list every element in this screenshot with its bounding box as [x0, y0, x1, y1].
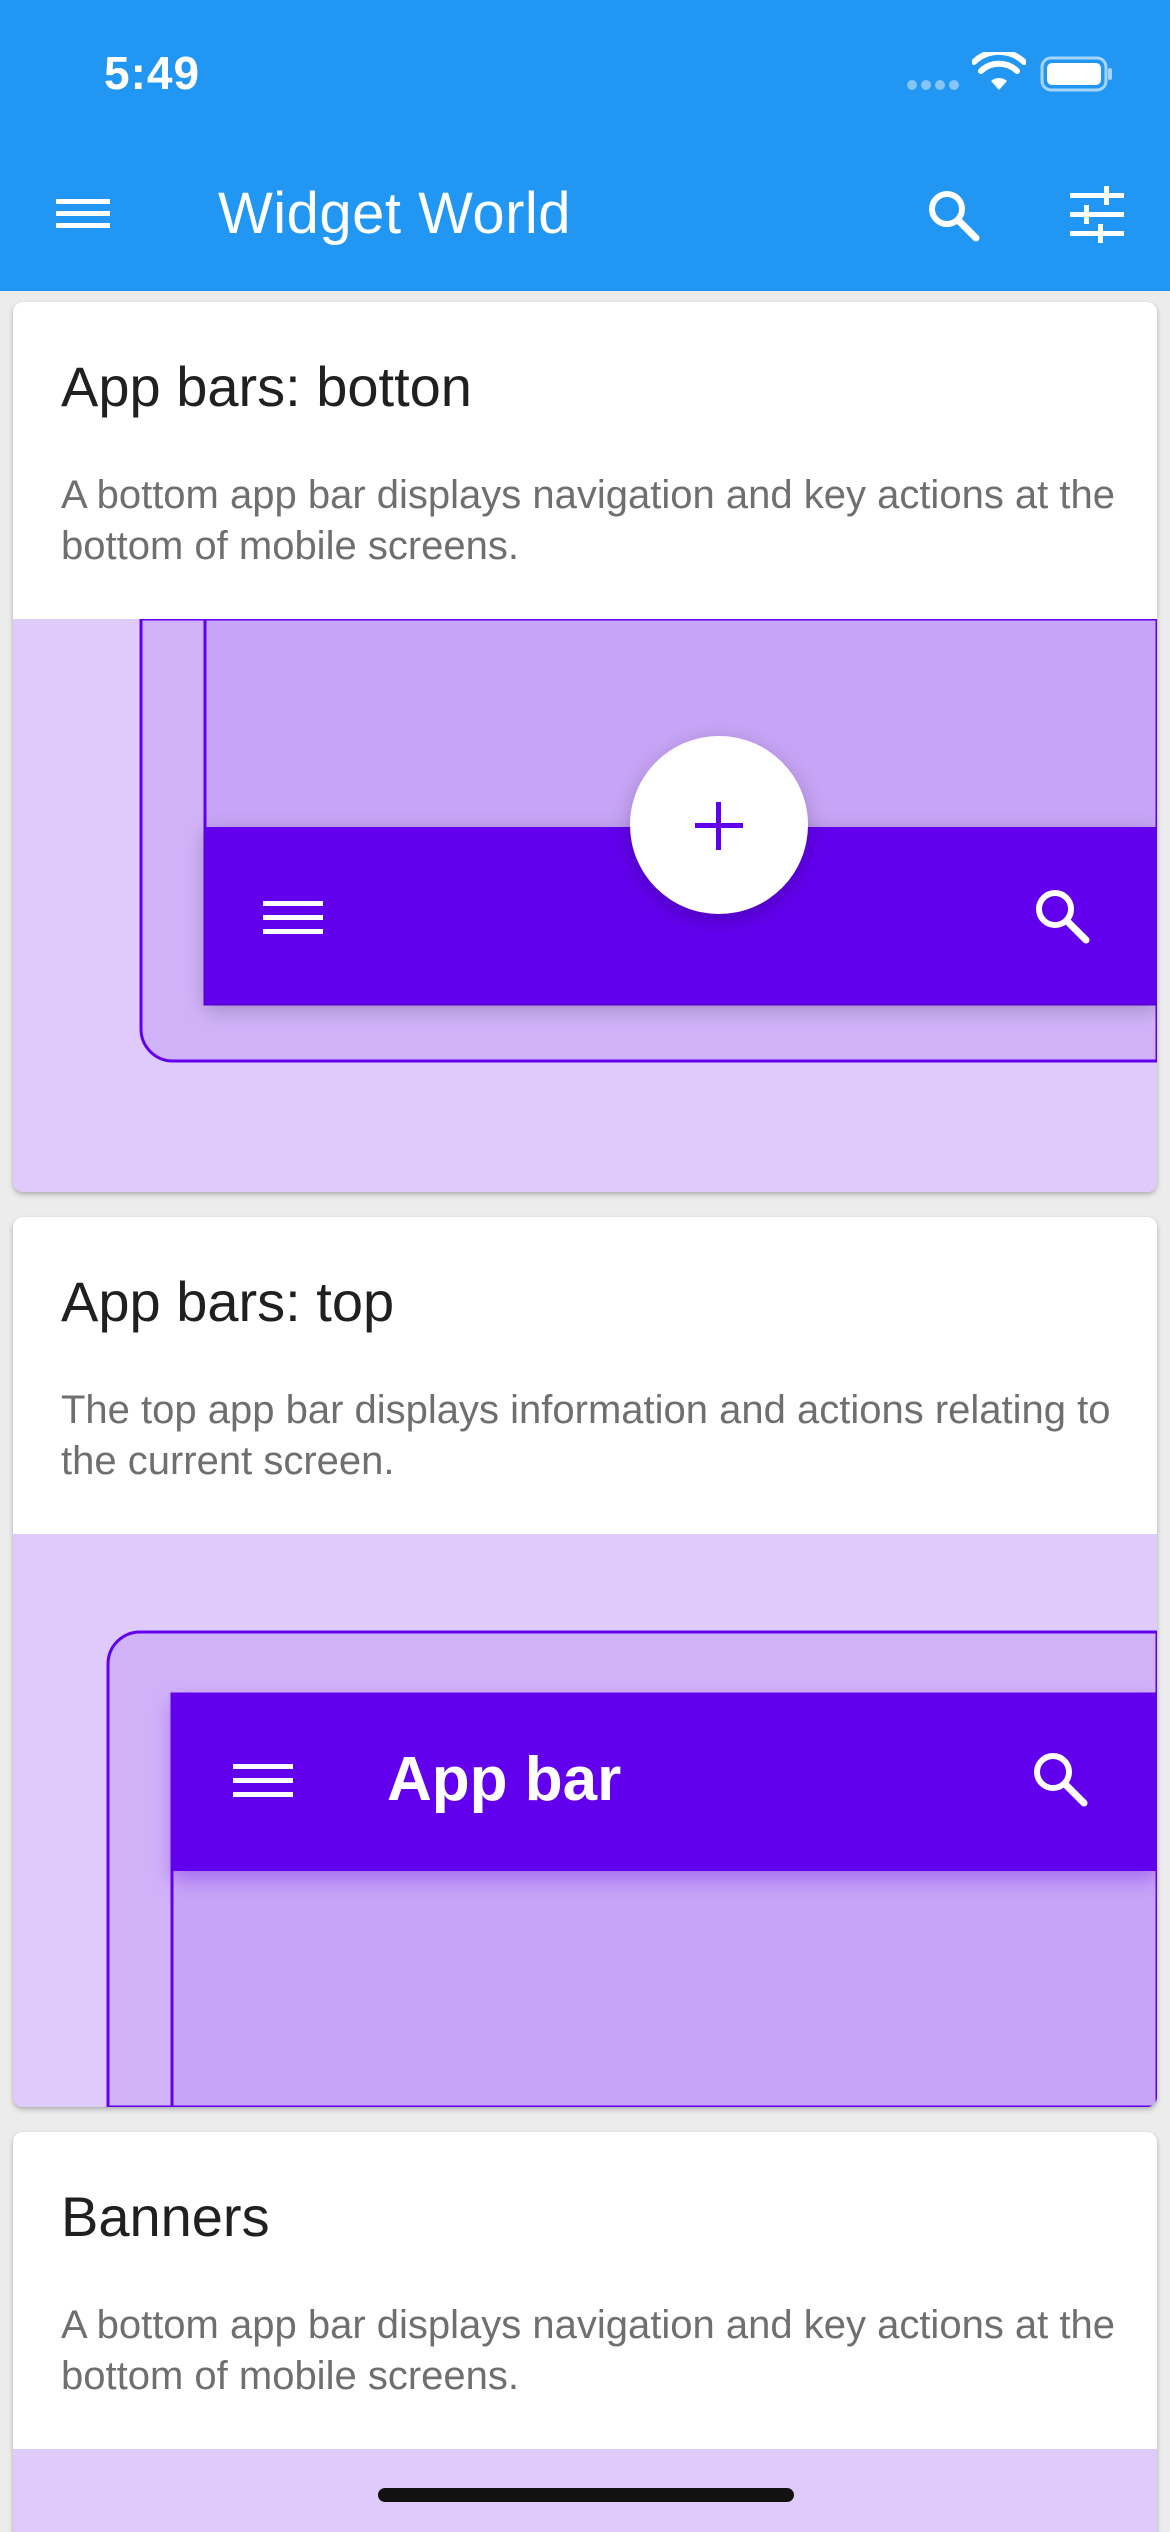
bottom-app-bar-mockup [13, 619, 1157, 1192]
search-icon[interactable] [920, 182, 986, 248]
menu-icon [233, 1764, 293, 1797]
card-banners[interactable]: Banners A bottom app bar displays naviga… [13, 2132, 1157, 2532]
top-app-bar-mockup [13, 1534, 1157, 2107]
menu-icon [263, 901, 323, 934]
status-time: 5:49 [104, 47, 201, 99]
card-app-bars-bottom[interactable]: App bars: botton A bottom app bar displa… [13, 302, 1157, 1192]
card-title: Banners [61, 2185, 270, 2248]
home-indicator [378, 2488, 794, 2502]
card-description: A bottom app bar displays navigation and… [61, 473, 1116, 568]
card-title: App bars: botton [61, 355, 472, 418]
card-description: The top app bar displays information and… [61, 1388, 1111, 1483]
bottom-app-bar-illustration [13, 619, 1157, 1192]
illustration-bar-title: App bar [387, 1745, 622, 1814]
top-app-bar-illustration: App bar [13, 1534, 1157, 2107]
card-title: App bars: top [61, 1270, 395, 1333]
tune-icon[interactable] [1064, 182, 1130, 248]
cellular-signal-icon [907, 80, 959, 90]
wifi-icon [972, 52, 1026, 90]
battery-icon [1040, 56, 1112, 92]
app-bar: 5:49 Widget World [0, 0, 1170, 291]
card-description: A bottom app bar displays navigation and… [61, 2303, 1116, 2398]
menu-icon[interactable] [50, 185, 116, 241]
card-app-bars-top[interactable]: App bars: top The top app bar displays i… [13, 1217, 1157, 2107]
page-title: Widget World [218, 181, 572, 246]
